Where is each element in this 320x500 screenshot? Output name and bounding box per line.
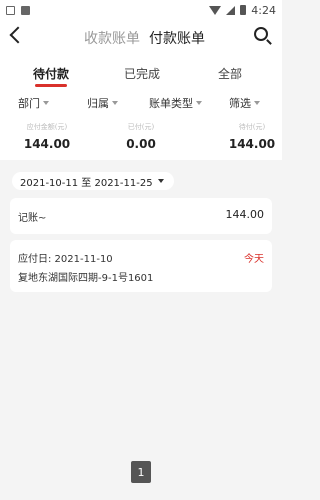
- filter-more[interactable]: 筛选: [229, 95, 260, 111]
- caret-down-icon: [157, 179, 164, 183]
- record-title: 记账~: [18, 213, 47, 224]
- filter-bill-type[interactable]: 账单类型: [149, 95, 202, 111]
- search-icon[interactable]: [254, 27, 268, 41]
- summary-label: 已付(元): [127, 123, 155, 131]
- filter-label: 账单类型: [149, 97, 193, 110]
- filter-ownership[interactable]: 归属: [87, 95, 118, 111]
- page-number-button[interactable]: 1: [131, 461, 151, 483]
- summary-value: 144.00: [228, 137, 276, 151]
- filter-bar: 部门 归属 账单类型 筛选: [0, 90, 282, 114]
- back-arrow-icon[interactable]: [9, 26, 27, 44]
- active-tab-indicator: [35, 84, 67, 87]
- summary-unpaid: 待付(元) 144.00: [227, 114, 277, 151]
- tab-completed[interactable]: 已完成: [124, 65, 160, 82]
- tab-all[interactable]: 全部: [218, 65, 242, 82]
- wifi-icon: [209, 5, 222, 15]
- tab-receivable-bills[interactable]: 收款账单: [84, 28, 140, 48]
- summary-label: 应付金额(元): [26, 123, 68, 131]
- caret-down-icon: [196, 101, 202, 105]
- filter-department[interactable]: 部门: [18, 95, 49, 111]
- caret-down-icon: [254, 101, 260, 105]
- summary-value: 144.00: [23, 137, 71, 151]
- record-due-tag: 今天: [244, 254, 264, 265]
- caret-down-icon: [112, 101, 118, 105]
- bill-record-header[interactable]: 记账~ 144.00: [10, 198, 272, 234]
- record-address: 复地东湖国际四期-9-1号1601: [18, 273, 154, 284]
- tab-pending-payment[interactable]: 待付款: [33, 65, 69, 82]
- app-a-icon: [21, 5, 30, 15]
- summary-label: 待付(元): [238, 123, 266, 131]
- caret-down-icon: [43, 101, 49, 105]
- notification-icon: [6, 5, 15, 15]
- filter-label: 筛选: [229, 97, 251, 110]
- clock: 4:24: [251, 3, 276, 17]
- record-amount: 144.00: [225, 208, 265, 221]
- summary-value: 0.00: [126, 137, 156, 151]
- status-bar: 4:24: [0, 0, 282, 20]
- battery-icon: [240, 5, 247, 15]
- signal-icon: [226, 5, 236, 15]
- bill-record-detail[interactable]: 应付日: 2021-11-10 今天 复地东湖国际四期-9-1号1601: [10, 240, 272, 292]
- summary-paid: 已付(元) 0.00: [106, 114, 176, 151]
- tab-payable-bills[interactable]: 付款账单: [149, 28, 205, 48]
- amount-summary: 应付金额(元) 144.00 已付(元) 0.00 待付(元) 144.00: [0, 114, 282, 160]
- filter-label: 部门: [18, 97, 40, 110]
- status-tabs: 待付款 已完成 全部: [0, 54, 282, 90]
- record-due-date: 应付日: 2021-11-10: [18, 254, 113, 265]
- date-range-picker[interactable]: 2021-10-11 至 2021-11-25: [12, 172, 174, 190]
- date-range-text: 2021-10-11 至 2021-11-25: [20, 177, 153, 189]
- summary-total-payable: 应付金额(元) 144.00: [12, 114, 82, 151]
- top-header: 收款账单 付款账单: [0, 20, 282, 54]
- filter-label: 归属: [87, 97, 109, 110]
